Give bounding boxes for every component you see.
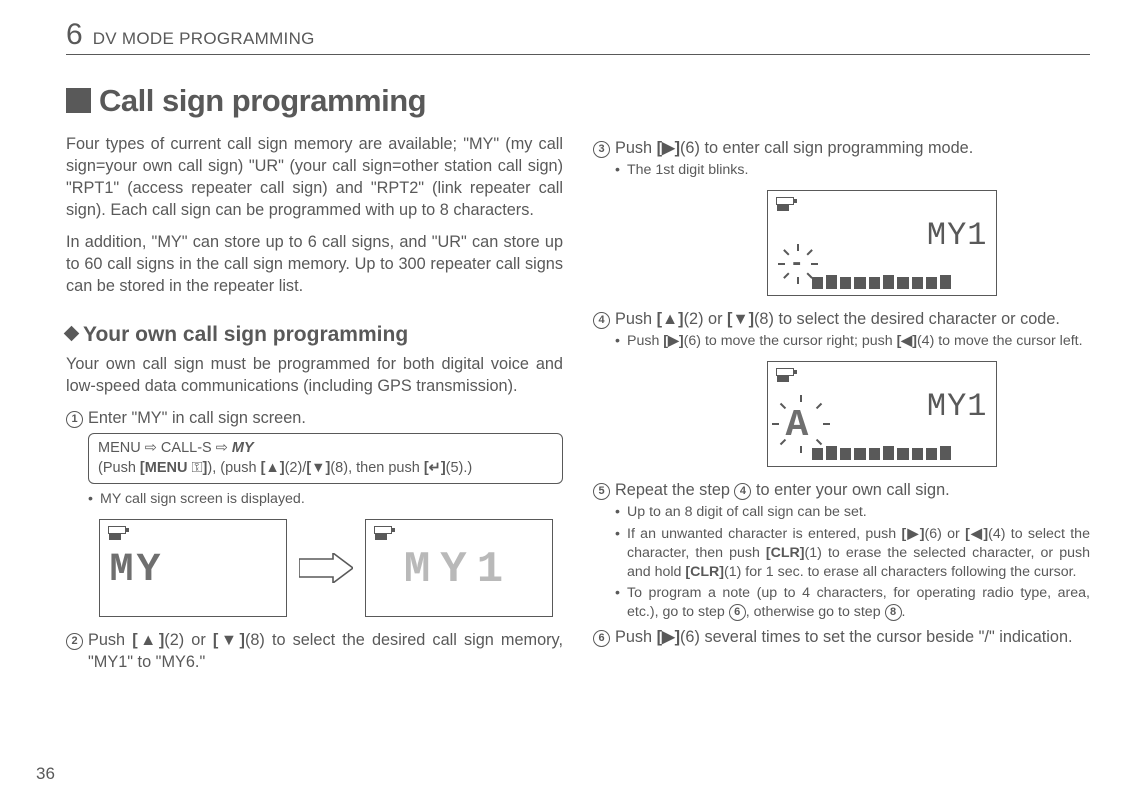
battery-icon [108,526,126,545]
step-3: 3 Push [▶](6) to enter call sign program… [593,137,1090,159]
circled-number-icon: 6 [729,604,746,621]
step-2-text: Push [▲](2) or [▼](8) to select the desi… [88,629,563,673]
circled-number-icon: 5 [593,483,610,500]
step-5-text: Repeat the step 4 to enter your own call… [615,479,1090,501]
bullet-first-digit-blinks: •The 1st digit blinks. [615,161,1090,180]
circled-number-icon: 6 [593,630,610,647]
subsection-body: Your own call sign must be programmed fo… [66,353,563,397]
bullet-my-displayed: •MY call sign screen is displayed. [88,490,563,509]
battery-icon [776,368,794,387]
section-title-text: Call sign programming [99,83,426,118]
step-6-text: Push [▶](6) several times to set the cur… [615,626,1090,648]
step-5: 5 Repeat the step 4 to enter your own ca… [593,479,1090,501]
subsection-title-text: Your own call sign programming [83,323,408,346]
left-column: Four types of current call sign memory a… [66,133,563,675]
step-6: 6 Push [▶](6) several times to set the c… [593,626,1090,648]
lcd-right-seg: MY1 [927,217,988,254]
lcd-row-1: MY MY1 [88,519,563,617]
step-4-text: Push [▲](2) or [▼](8) to select the desi… [615,308,1090,330]
bullet-cursor-move: • Push [▶](6) to move the cursor right; … [615,332,1090,351]
circled-number-icon: 1 [66,411,83,428]
bullet-unwanted-char: • If an unwanted character is entered, p… [615,525,1090,583]
chapter-header: 6 DV MODE PROGRAMMING [66,18,1090,55]
menu-path-line-2: (Push [MENU ⚿]), (push [▲](2)/[▼](8), th… [98,459,553,479]
circled-number-icon: 8 [885,604,902,621]
lcd-blink-char: - [790,251,804,278]
battery-icon [374,526,392,545]
step-4: 4 Push [▲](2) or [▼](8) to select the de… [593,308,1090,330]
menu-path-box: MENU ⇨ CALL-S ⇨ MY (Push [MENU ⚿]), (pus… [88,433,563,484]
circled-number-icon: 4 [734,483,751,500]
diamond-bullet-icon [64,326,80,342]
step-3-text: Push [▶](6) to enter call sign programmi… [615,137,1090,159]
lcd-display-my: MY [99,519,287,617]
lcd-a-char: A [786,404,809,447]
bullet-program-note: • To program a note (up to 4 characters,… [615,584,1090,622]
key-icon: ⚿ [191,460,202,476]
arrow-icon: ⇨ [145,440,157,456]
lcd-display-my1: MY1 [365,519,553,617]
section-title: Call sign programming [66,83,1090,119]
arrow-icon: ⇨ [216,440,228,456]
lcd-text: MY [110,548,164,593]
lcd-display-blink: - MY1 [767,190,997,296]
chapter-number: 6 [66,18,83,52]
two-column-layout: Four types of current call sign memory a… [66,133,1090,675]
chapter-title: DV MODE PROGRAMMING [93,29,315,49]
intro-paragraph-2: In addition, "MY" can store up to 6 call… [66,231,563,297]
circled-number-icon: 3 [593,141,610,158]
lcd-scale [812,446,952,460]
lcd-ghost-text: MY1 [404,545,513,595]
page-number: 36 [36,764,55,784]
circled-number-icon: 4 [593,312,610,329]
lcd-row-a: A MY1 [673,361,1090,467]
menu-path-line-1: MENU ⇨ CALL-S ⇨ MY [98,439,553,459]
lcd-scale [812,275,952,289]
step-1-text: Enter "MY" in call sign screen. [88,407,563,429]
lcd-right-seg: MY1 [927,388,988,425]
bullet-8-digit: •Up to an 8 digit of call sign can be se… [615,503,1090,522]
step-1: 1 Enter "MY" in call sign screen. [66,407,563,429]
intro-paragraph-1: Four types of current call sign memory a… [66,133,563,221]
step-2: 2 Push [▲](2) or [▼](8) to select the de… [66,629,563,673]
right-column: 3 Push [▶](6) to enter call sign program… [593,133,1090,675]
circled-number-icon: 2 [66,633,83,650]
page: 6 DV MODE PROGRAMMING Call sign programm… [0,0,1146,804]
square-bullet-icon [66,88,91,113]
subsection-title: Your own call sign programming [66,323,563,347]
right-arrow-icon [299,553,353,583]
lcd-row-blink: - MY1 [673,190,1090,296]
battery-icon [776,197,794,216]
lcd-display-a: A MY1 [767,361,997,467]
